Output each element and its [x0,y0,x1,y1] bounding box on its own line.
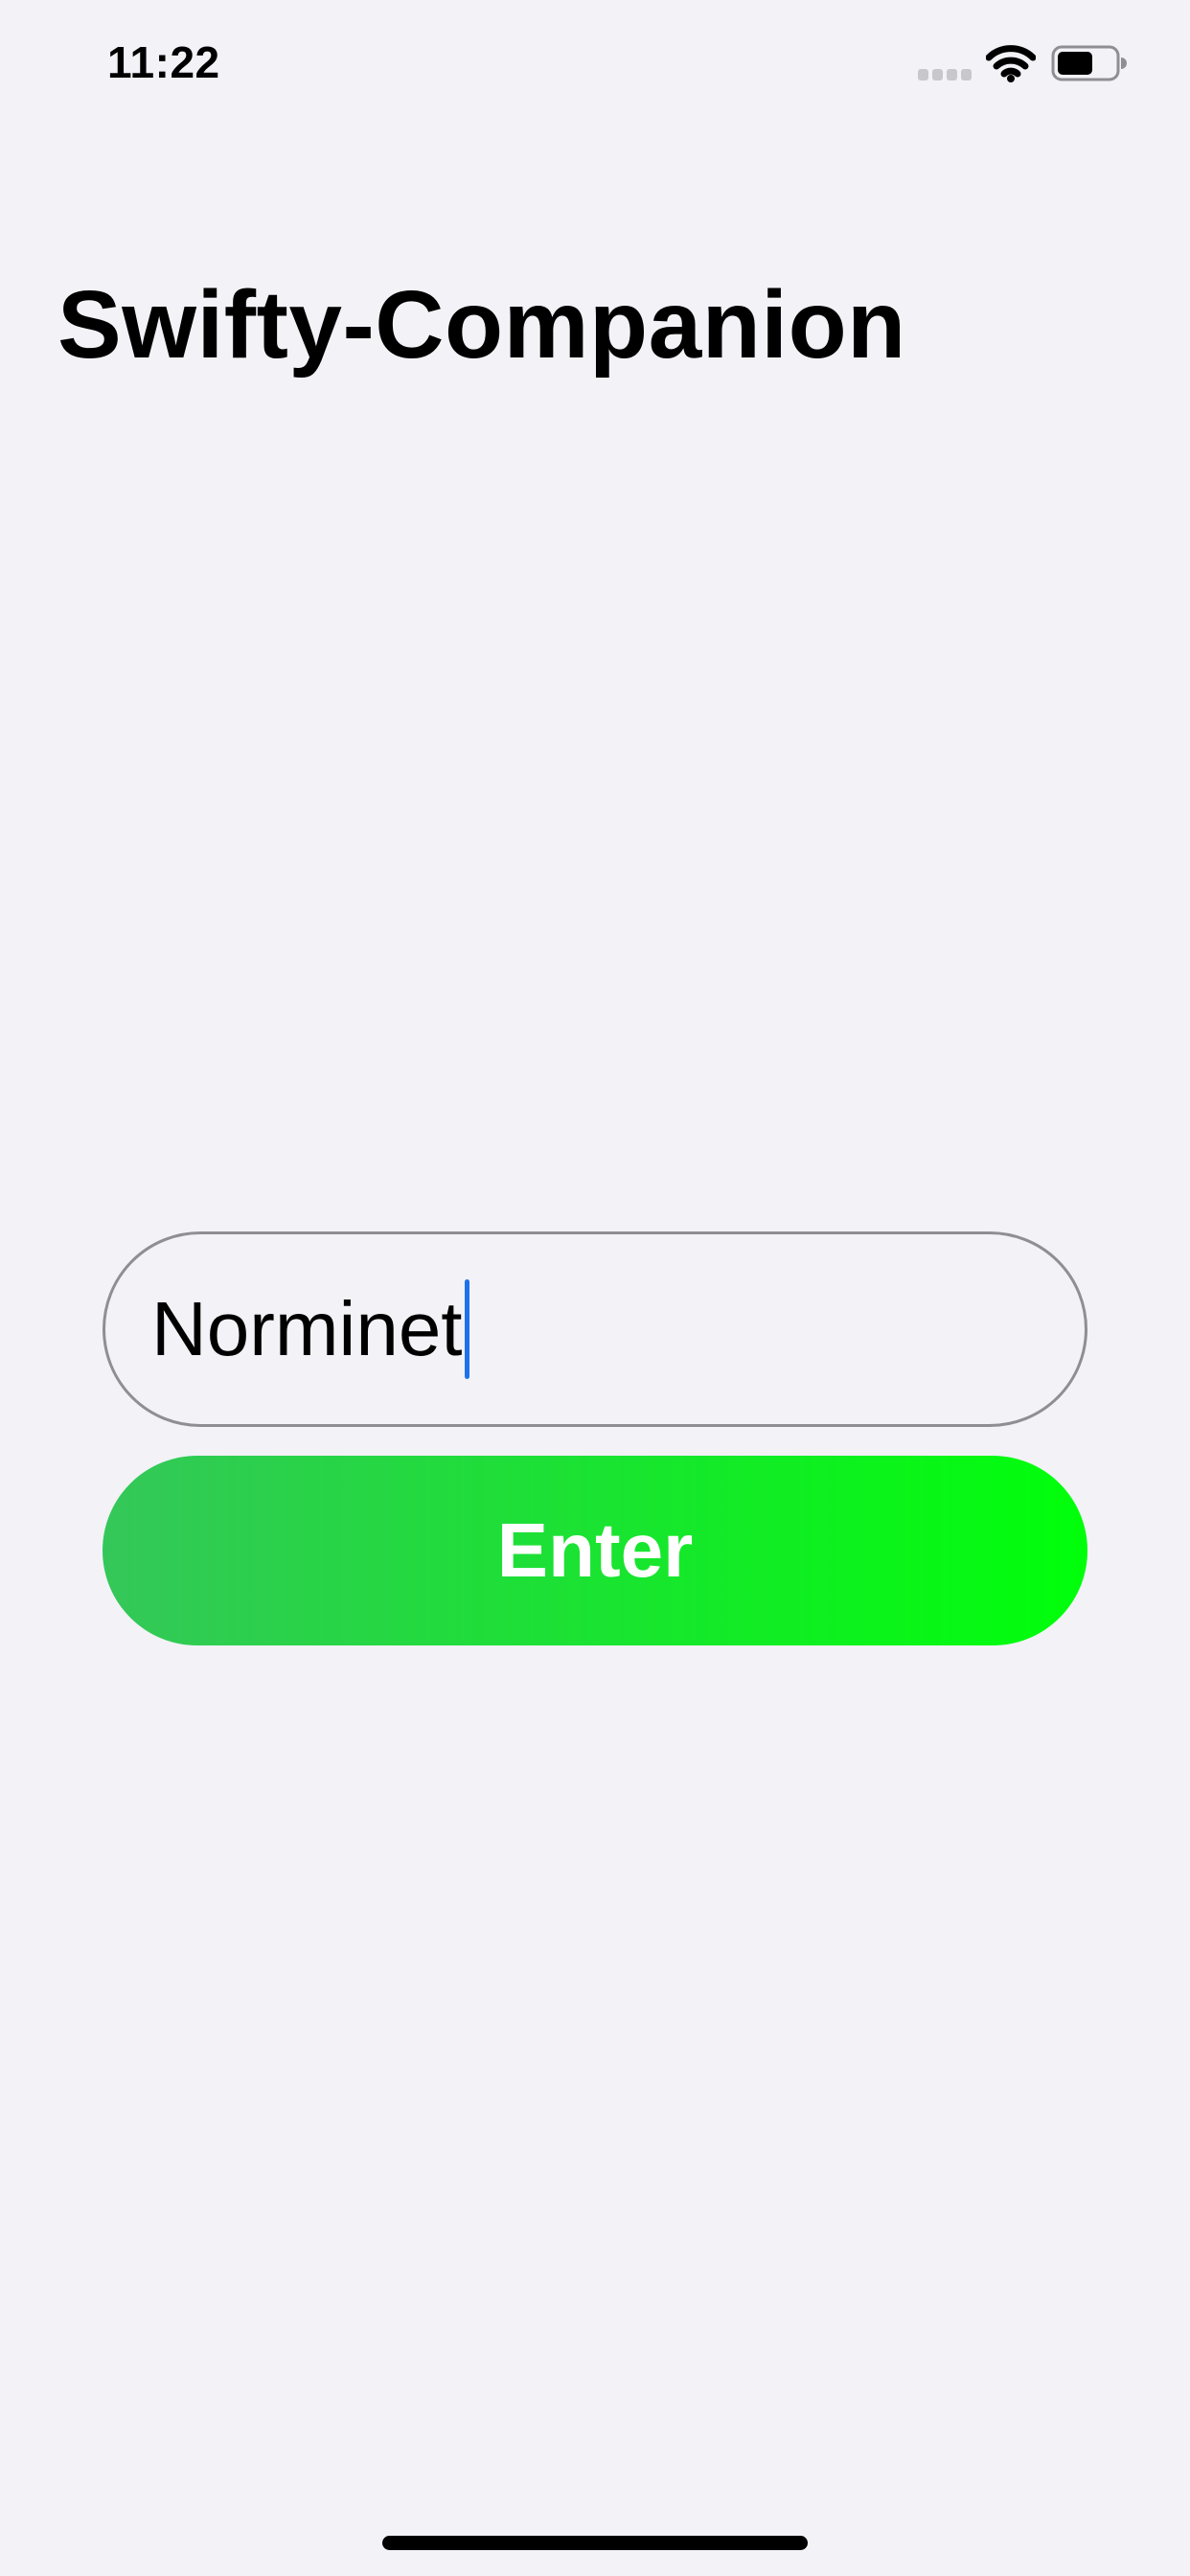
username-input-value: Norminet [151,1286,463,1371]
username-input[interactable]: Norminet [103,1231,1087,1427]
text-cursor [464,1279,469,1379]
enter-button[interactable]: Enter [103,1456,1087,1645]
enter-button-label: Enter [496,1507,694,1593]
battery-icon [1051,45,1127,81]
page-title: Swifty-Companion [57,271,906,379]
wifi-icon [986,45,1036,82]
home-indicator[interactable] [382,2536,808,2550]
status-time: 11:22 [107,37,220,87]
status-bar: 11:22 [0,0,1190,125]
cellular-signal-icon [918,69,972,80]
